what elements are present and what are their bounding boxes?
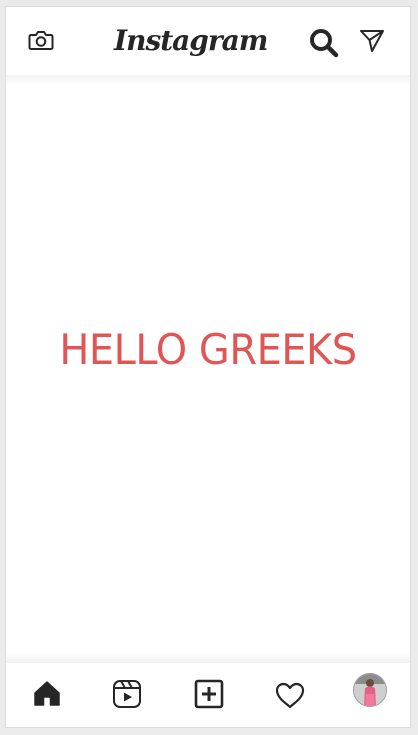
heart-icon[interactable] [275,682,305,709]
search-icon[interactable] [308,27,340,59]
camera-icon[interactable] [28,28,54,52]
send-icon[interactable] [358,27,386,55]
reels-icon[interactable] [112,679,142,709]
top-bar: Instagram [6,7,410,75]
bottom-bar-divider [6,653,410,663]
feed-area: HELLO GREEKS [6,85,410,663]
greeting-text: HELLO GREEKS [59,325,357,374]
instagram-logo: Instagram [114,19,268,63]
home-icon[interactable] [33,680,61,706]
profile-avatar[interactable] [353,673,387,707]
top-bar-divider [6,75,410,85]
logo-text: Instagram [114,24,268,57]
app-screen: Instagram HELLO GREEKS [5,6,411,728]
add-post-icon[interactable] [194,679,224,709]
bottom-nav [6,663,410,727]
